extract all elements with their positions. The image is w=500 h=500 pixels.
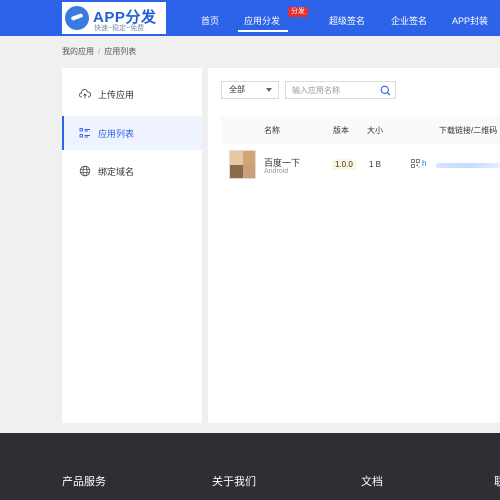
breadcrumb-separator: / bbox=[98, 47, 101, 56]
qrcode-icon[interactable] bbox=[411, 159, 420, 168]
download-link-blurred bbox=[436, 163, 500, 168]
nav-badge: 分发 bbox=[288, 7, 308, 17]
filter-selected-value: 全部 bbox=[229, 85, 245, 94]
footer-title-docs: 文档 bbox=[361, 476, 383, 488]
nav-active-indicator bbox=[238, 30, 288, 32]
breadcrumb-item-app-list: 应用列表 bbox=[104, 47, 137, 56]
version-badge: 1.0.0 bbox=[332, 159, 356, 170]
footer-title-contact: 联 bbox=[494, 476, 500, 488]
search-box bbox=[285, 81, 396, 99]
caret-down-icon bbox=[266, 88, 272, 92]
globe-icon bbox=[79, 165, 91, 177]
sidebar-item-label: 上传应用 bbox=[98, 89, 135, 100]
sidebar-item-label: 应用列表 bbox=[98, 128, 135, 139]
footer-title-about: 关于我们 bbox=[212, 476, 256, 488]
column-header-version: 版本 bbox=[333, 126, 349, 135]
main-panel: 全部 名称 版本 大小 下载链接/二维码 百度一下 Android 1.0.0 … bbox=[208, 68, 500, 423]
table-header: 名称 版本 大小 下载链接/二维码 bbox=[221, 116, 500, 144]
breadcrumb-item-my-apps[interactable]: 我的应用 bbox=[62, 47, 94, 56]
sidebar-item-app-list[interactable]: 应用列表 bbox=[62, 116, 202, 150]
column-header-download: 下载链接/二维码 bbox=[439, 126, 498, 135]
nav-item-home[interactable]: 首页 bbox=[201, 14, 219, 27]
breadcrumb: 我的应用 / 应用列表 bbox=[62, 46, 136, 57]
nav-item-app-distribution[interactable]: 应用分发 bbox=[244, 14, 280, 27]
list-icon bbox=[79, 128, 90, 138]
platform-filter-select[interactable]: 全部 bbox=[221, 81, 279, 99]
logo-icon bbox=[65, 6, 89, 30]
table-row: 百度一下 Android 1.0.0 1 B h bbox=[221, 148, 500, 182]
app-size: 1 B bbox=[369, 160, 382, 169]
sidebar-item-label: 绑定域名 bbox=[98, 166, 135, 177]
sidebar-item-upload[interactable]: 上传应用 bbox=[62, 77, 202, 111]
column-header-name: 名称 bbox=[264, 126, 280, 135]
top-header: APP分发 快速~稳定~免费 首页 应用分发 分发 超级签名 企业签名 APP封… bbox=[0, 0, 500, 36]
download-link[interactable]: h bbox=[422, 159, 426, 168]
upload-cloud-icon bbox=[79, 89, 91, 99]
logo[interactable]: APP分发 快速~稳定~免费 bbox=[62, 2, 166, 34]
search-icon[interactable] bbox=[380, 85, 391, 96]
footer: 产品服务 关于我们 文档 联 bbox=[0, 433, 500, 500]
nav-item-super-sign[interactable]: 超级签名 bbox=[329, 14, 365, 27]
column-header-size: 大小 bbox=[367, 126, 383, 135]
search-input[interactable] bbox=[292, 84, 376, 96]
app-icon[interactable] bbox=[229, 150, 256, 179]
app-platform: Android bbox=[264, 168, 289, 175]
nav-item-enterprise-sign[interactable]: 企业签名 bbox=[391, 14, 427, 27]
sidebar: 上传应用 应用列表 绑定域名 bbox=[62, 68, 202, 423]
footer-title-products: 产品服务 bbox=[62, 476, 106, 488]
nav-item-app-wrap[interactable]: APP封装 bbox=[452, 14, 488, 27]
sidebar-item-bind-domain[interactable]: 绑定域名 bbox=[62, 154, 202, 188]
logo-subtitle: 快速~稳定~免费 bbox=[94, 25, 145, 32]
